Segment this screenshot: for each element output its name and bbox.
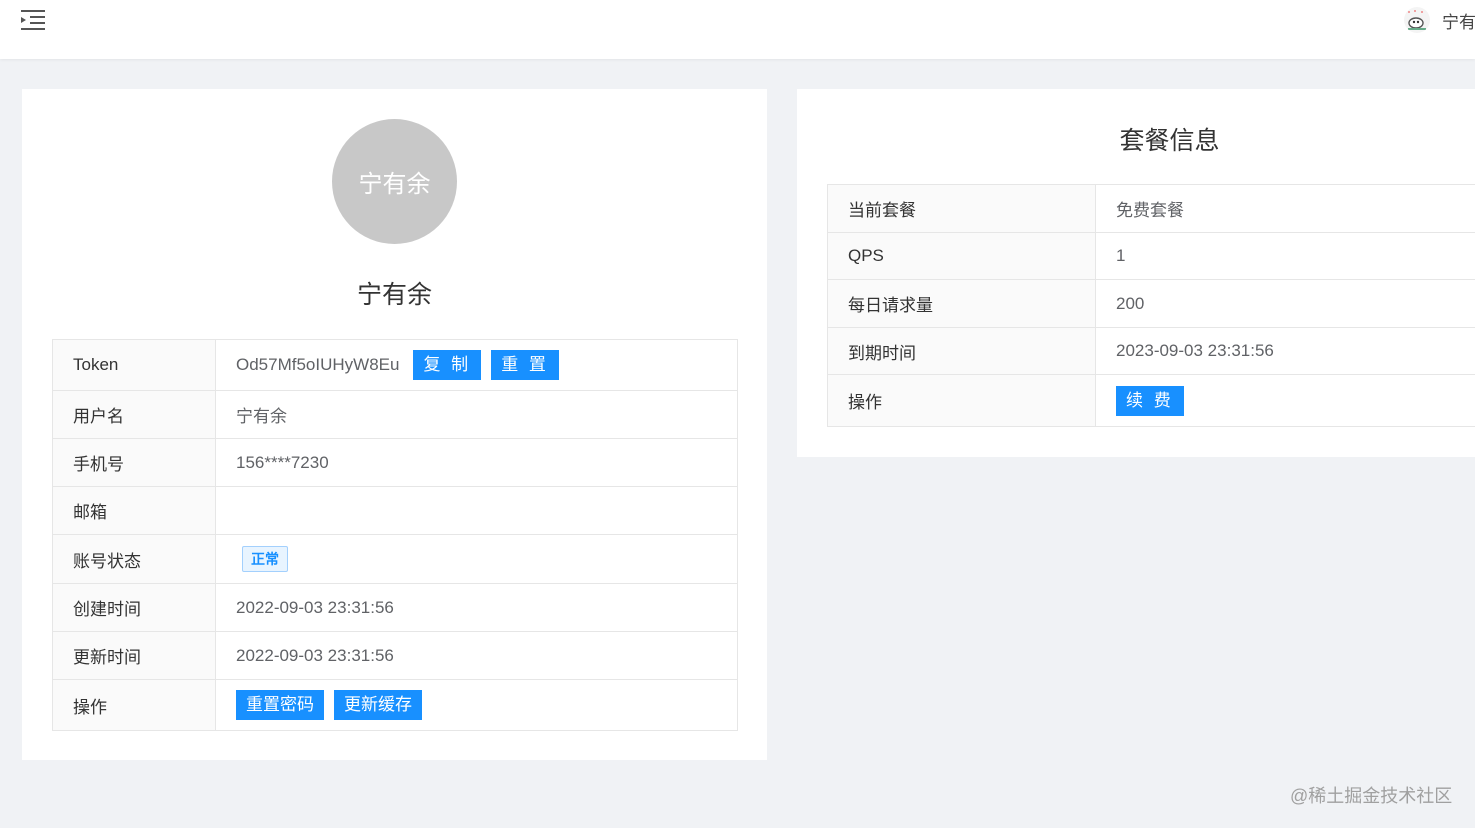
row-label-updated: 更新时间 xyxy=(52,631,216,680)
row-label-email: 邮箱 xyxy=(52,486,216,535)
row-label-created: 创建时间 xyxy=(52,583,216,632)
row-value-current-plan: 免费套餐 xyxy=(1095,184,1475,233)
row-value-email xyxy=(215,486,738,535)
row-value-actions: 重置密码 更新缓存 xyxy=(215,679,738,731)
table-row: 用户名 宁有余 xyxy=(52,390,738,439)
table-row: 操作 重置密码 更新缓存 xyxy=(52,679,738,731)
row-value-created: 2022-09-03 23:31:56 xyxy=(215,583,738,632)
row-value-updated: 2022-09-03 23:31:56 xyxy=(215,631,738,680)
table-row: 手机号 156****7230 xyxy=(52,438,738,487)
plan-info-table: 当前套餐 免费套餐 QPS 1 每日请求量 200 到期时间 2023-09-0… xyxy=(827,184,1475,427)
profile-info-table: Token Od57Mf5oIUHyW8Eu 复 制重 置 用户名 宁有余 手机号… xyxy=(52,339,738,731)
table-row: 当前套餐 免费套餐 xyxy=(827,184,1475,233)
row-value-expiry: 2023-09-03 23:31:56 xyxy=(1095,327,1475,375)
watermark: @稀土掘金技术社区 xyxy=(1290,786,1453,806)
row-label-current-plan: 当前套餐 xyxy=(827,184,1096,233)
table-row: 到期时间 2023-09-03 23:31:56 xyxy=(827,327,1475,375)
plan-card: 套餐信息 当前套餐 免费套餐 QPS 1 每日请求量 200 到期时间 2023… xyxy=(797,89,1475,457)
user-menu[interactable]: 宁有余 xyxy=(1404,6,1475,34)
row-label-status: 账号状态 xyxy=(52,534,216,584)
plan-title: 套餐信息 xyxy=(1119,127,1220,155)
token-value: Od57Mf5oIUHyW8Eu xyxy=(236,355,400,374)
row-value-phone: 156****7230 xyxy=(215,438,738,487)
renew-button[interactable]: 续 费 xyxy=(1116,385,1184,416)
row-value-username: 宁有余 xyxy=(215,390,738,439)
avatar-text: 宁有余 xyxy=(358,171,431,198)
row-label-token: Token xyxy=(52,339,216,391)
table-row: 账号状态 正常 xyxy=(52,534,738,584)
row-value-token: Od57Mf5oIUHyW8Eu 复 制重 置 xyxy=(215,339,738,391)
table-row: 操作 续 费 xyxy=(827,374,1475,427)
table-row: 邮箱 xyxy=(52,486,738,535)
menu-fold-icon[interactable] xyxy=(20,8,46,32)
row-label-expiry: 到期时间 xyxy=(827,327,1096,375)
refresh-cache-button[interactable]: 更新缓存 xyxy=(334,690,422,720)
avatar: 宁有余 xyxy=(332,119,457,244)
row-label-plan-actions: 操作 xyxy=(827,374,1096,427)
table-row: Token Od57Mf5oIUHyW8Eu 复 制重 置 xyxy=(52,339,738,391)
row-label-daily-requests: 每日请求量 xyxy=(827,279,1096,328)
row-value-daily-requests: 200 xyxy=(1095,279,1475,328)
status-badge: 正常 xyxy=(242,546,288,572)
top-navbar: 宁有余 xyxy=(0,0,1475,59)
row-label-username: 用户名 xyxy=(52,390,216,439)
copy-token-button[interactable]: 复 制 xyxy=(413,350,482,380)
row-value-qps: 1 xyxy=(1095,232,1475,280)
table-row: 每日请求量 200 xyxy=(827,279,1475,328)
table-row: QPS 1 xyxy=(827,232,1475,280)
reset-token-button[interactable]: 重 置 xyxy=(491,350,559,380)
user-avatar-icon[interactable] xyxy=(1404,7,1430,33)
profile-card: 宁有余 宁有余 Token Od57Mf5oIUHyW8Eu 复 制重 置 用户名… xyxy=(22,89,767,760)
reset-password-button[interactable]: 重置密码 xyxy=(236,690,324,720)
profile-name: 宁有余 xyxy=(356,281,432,309)
table-row: 更新时间 2022-09-03 23:31:56 xyxy=(52,631,738,680)
table-row: 创建时间 2022-09-03 23:31:56 xyxy=(52,583,738,632)
row-label-phone: 手机号 xyxy=(52,438,216,487)
row-value-status: 正常 xyxy=(215,534,738,584)
row-label-actions: 操作 xyxy=(52,679,216,731)
top-username[interactable]: 宁有余 xyxy=(1442,8,1475,33)
row-label-qps: QPS xyxy=(827,232,1096,280)
row-value-plan-actions: 续 费 xyxy=(1095,374,1475,427)
